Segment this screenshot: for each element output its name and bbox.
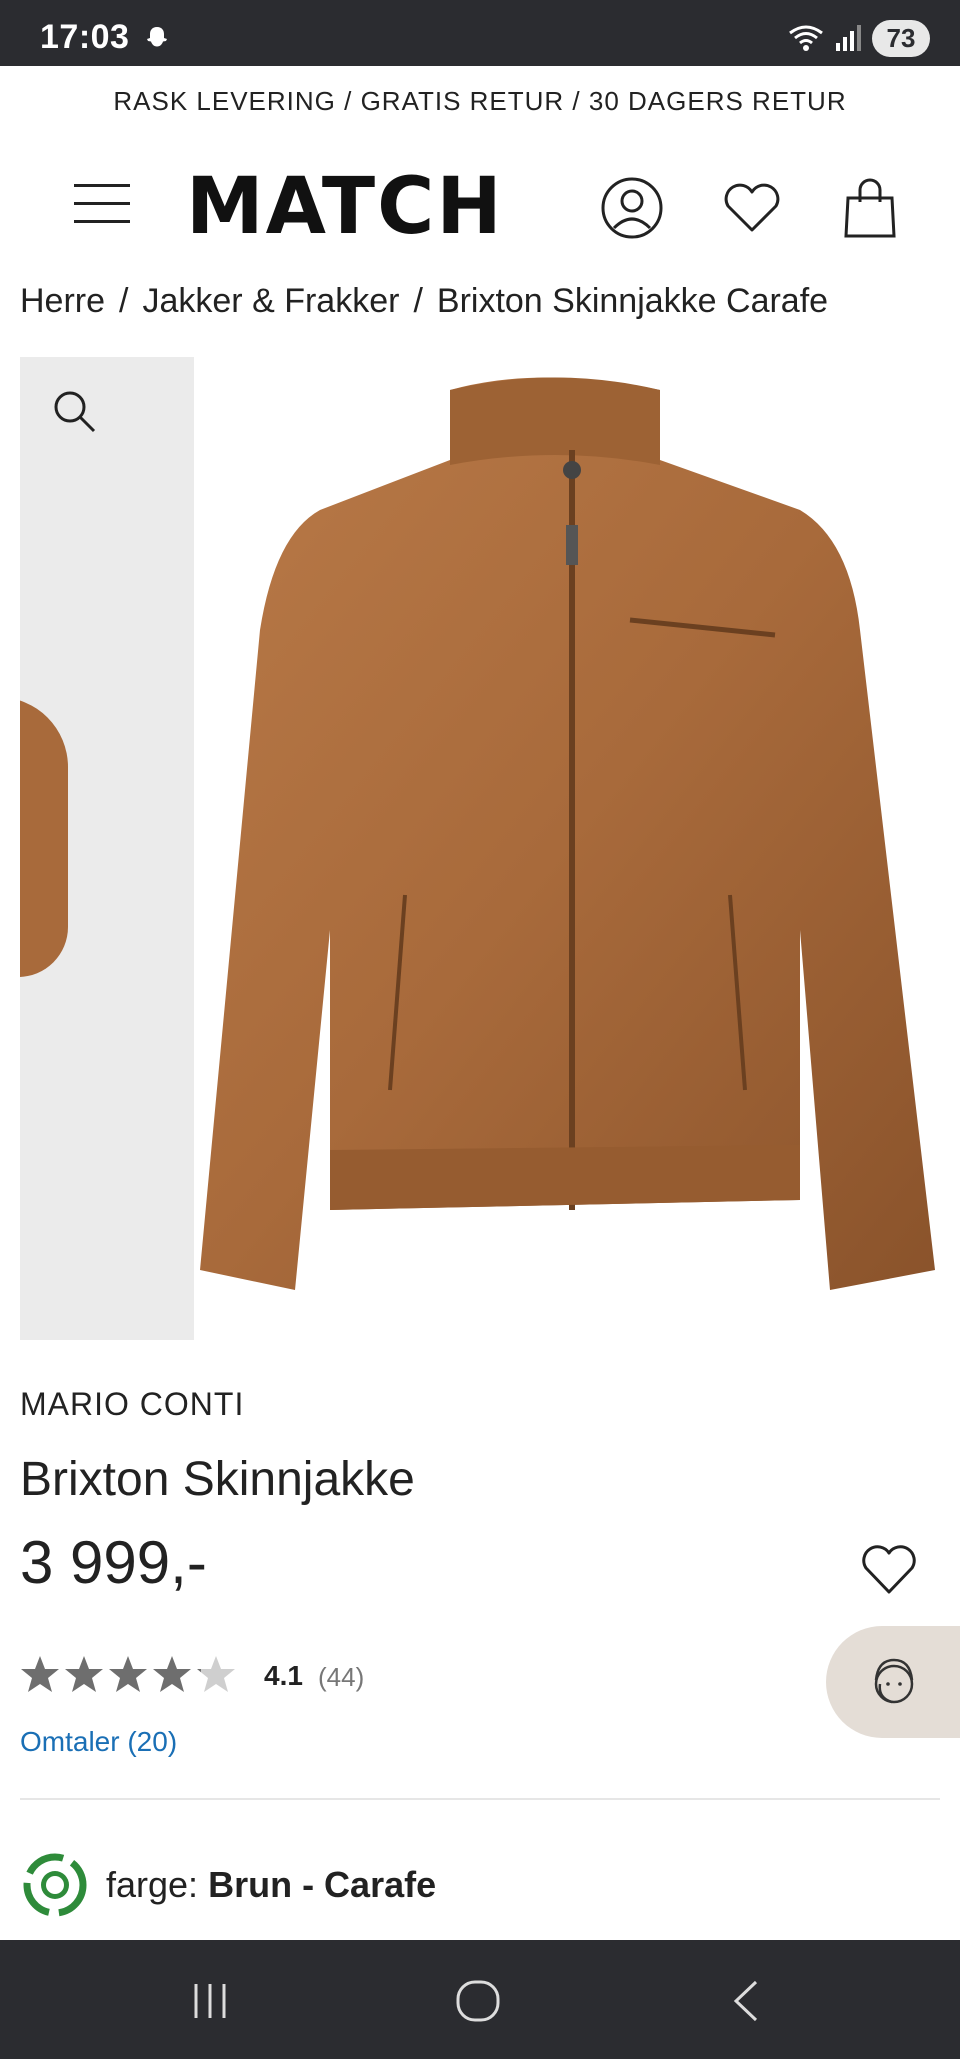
star-icon: [109, 1656, 147, 1692]
chat-support-button[interactable]: [826, 1626, 960, 1738]
home-icon[interactable]: [454, 1976, 502, 2024]
battery-indicator: 73: [872, 19, 930, 57]
account-icon[interactable]: [600, 176, 664, 240]
promo-banner: RASK LEVERING / GRATIS RETUR / 30 DAGERS…: [113, 85, 847, 116]
star-icon: [197, 1656, 235, 1692]
signal-icon: [836, 25, 861, 51]
color-selector[interactable]: farge: Brun - Carafe: [20, 1850, 436, 1920]
chat-support-icon: [874, 1658, 914, 1704]
breadcrumb: Herre / Jakker & Frakker / Brixton Skinnjakk…: [20, 282, 828, 321]
gallery-thumbnail[interactable]: [20, 357, 194, 1340]
search-icon[interactable]: [50, 387, 100, 437]
reviews-link[interactable]: Omtaler (20): [20, 1726, 177, 1758]
jacket-partial-image: [20, 697, 68, 977]
star-icon: [21, 1656, 59, 1692]
breadcrumb-item[interactable]: Herre: [20, 282, 105, 320]
eco-icon: [23, 1853, 87, 1917]
status-bar: 17:03 73: [0, 0, 960, 66]
heart-icon[interactable]: [720, 176, 784, 240]
breadcrumb-separator: /: [413, 282, 423, 320]
site-header: MATCH: [0, 150, 960, 270]
color-label-group: farge: Brun - Carafe: [106, 1864, 436, 1906]
color-label: farge:: [106, 1864, 199, 1905]
rating-stars: [20, 1654, 236, 1694]
rating-value: 4.1: [264, 1660, 303, 1691]
star-icon: [65, 1656, 103, 1692]
system-nav-bar: [0, 1940, 960, 2059]
status-time: 17:03: [40, 18, 130, 56]
wifi-icon: [789, 25, 823, 51]
rating-count: (44): [318, 1662, 365, 1692]
back-icon[interactable]: [724, 1976, 772, 2024]
product-title: Brixton Skinnjakke: [20, 1453, 415, 1506]
breadcrumb-separator: /: [119, 282, 129, 320]
section-divider: [20, 1798, 940, 1800]
snapchat-icon: [147, 27, 167, 47]
product-image[interactable]: [200, 370, 940, 1310]
breadcrumb-item[interactable]: Brixton Skinnjakke Carafe: [437, 282, 828, 320]
menu-icon[interactable]: [74, 180, 130, 228]
star-icon: [153, 1656, 191, 1692]
product-brand[interactable]: MARIO CONTI: [20, 1386, 244, 1423]
site-logo[interactable]: MATCH: [186, 168, 504, 246]
color-value: Brun - Carafe: [208, 1864, 437, 1905]
recents-icon[interactable]: [186, 1976, 234, 2024]
product-price: 3 999,-: [20, 1529, 207, 1596]
breadcrumb-item[interactable]: Jakker & Frakker: [142, 282, 399, 320]
heart-icon[interactable]: [858, 1538, 920, 1600]
bag-icon[interactable]: [838, 176, 902, 240]
